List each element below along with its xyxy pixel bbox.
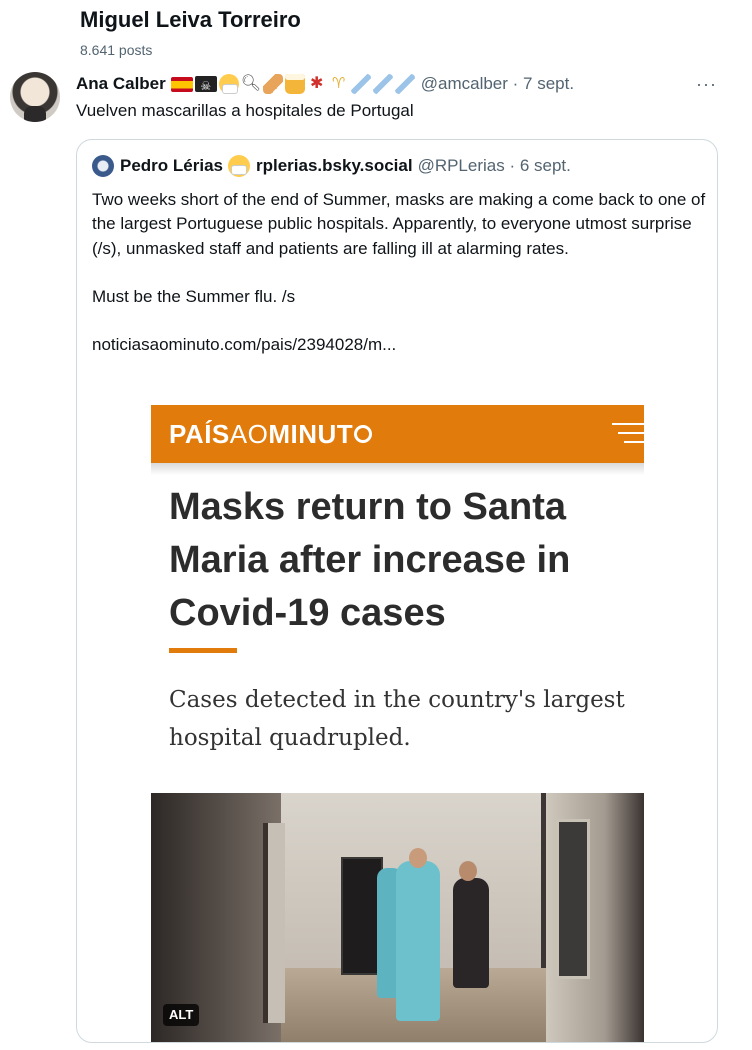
menu-icon	[612, 423, 644, 445]
author-name[interactable]: Ana Calber	[76, 74, 166, 94]
article-subheadline: Cases detected in the country's largest …	[169, 687, 625, 751]
quote-link[interactable]: noticiasaominuto.com/pais/2394028/m...	[92, 333, 712, 357]
article-headline: Masks return to Santa Maria after increa…	[169, 486, 571, 634]
quote-display-handle: rplerias.bsky.social	[256, 156, 413, 175]
quote-handle-time: @RPLerias · 6 sept.	[417, 156, 571, 175]
syringe-icon	[372, 74, 393, 94]
beer-icon	[284, 74, 305, 94]
champagne-icon: ♈︎	[332, 75, 346, 92]
quote-paragraph: Two weeks short of the end of Summer, ma…	[92, 190, 706, 258]
avatar[interactable]	[10, 72, 60, 122]
alt-text-button[interactable]: ALT	[163, 1004, 200, 1026]
magnifier-icon: 🔍︎	[240, 75, 262, 92]
quote-paragraph: Must be the Summer flu. /s	[92, 286, 296, 306]
syringe-icon	[394, 74, 415, 94]
profile-header: Miguel Leiva Torreiro 8.641 posts	[0, 0, 752, 66]
mask-face-icon	[218, 74, 239, 94]
tweet[interactable]: Ana Calber ☠ 🔍︎ ✱ ♈︎ @amcalber · 7 sept.…	[0, 66, 752, 1050]
lobster-icon: ✱	[310, 75, 324, 92]
hospital-photo: ALT	[151, 793, 644, 1042]
brand-logo: PAÍSAOMINUT	[169, 419, 373, 450]
syringe-icon	[350, 74, 371, 94]
quote-avatar	[92, 155, 114, 177]
post-count: 8.641 posts	[80, 42, 153, 58]
author-handle-time[interactable]: @amcalber · 7 sept.	[421, 74, 574, 94]
quote-author-name: Pedro Lérias	[120, 156, 223, 175]
headline-rule	[169, 648, 237, 653]
quoted-post[interactable]: Pedro Lérias rplerias.bsky.social @RPLer…	[76, 139, 718, 1043]
mask-face-icon	[228, 155, 250, 177]
quote-header: Pedro Lérias rplerias.bsky.social @RPLer…	[92, 154, 571, 178]
more-options-icon[interactable]: ···	[696, 74, 717, 95]
profile-name: Miguel Leiva Torreiro	[80, 7, 301, 32]
spain-flag-icon	[170, 76, 193, 92]
article-image[interactable]: PAÍSAOMINUT Masks return to Santa Maria …	[151, 405, 644, 1042]
pirate-flag-icon: ☠	[194, 76, 217, 93]
tweet-text: Vuelven mascarillas a hospitales de Port…	[76, 101, 414, 120]
name-emojis: ☠ 🔍︎ ✱ ♈︎	[170, 74, 415, 94]
tweet-header: Ana Calber ☠ 🔍︎ ✱ ♈︎ @amcalber · 7 sept.	[76, 73, 574, 95]
quote-body: Two weeks short of the end of Summer, ma…	[92, 188, 712, 357]
bandage-icon	[262, 74, 283, 94]
clock-icon	[354, 425, 373, 444]
brand-bar: PAÍSAOMINUT	[151, 405, 644, 463]
